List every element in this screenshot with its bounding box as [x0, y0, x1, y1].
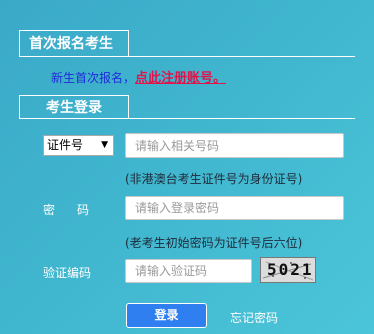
login-button[interactable]: 登录	[126, 303, 207, 328]
password-label: 密码	[43, 203, 112, 217]
forgot-password-link[interactable]: 忘记密码	[230, 309, 278, 326]
id-type-selected-value: 证件号	[47, 138, 84, 152]
captcha-code-text: 5021	[267, 260, 314, 279]
login-divider	[19, 118, 355, 119]
password-input[interactable]	[125, 196, 344, 220]
id-type-select[interactable]: 证件号 ▼	[43, 135, 114, 156]
register-prompt-text: 新生首次报名，	[51, 71, 136, 85]
first-register-divider	[19, 56, 355, 57]
chevron-down-icon: ▼	[101, 140, 108, 150]
register-prompt-row: 新生首次报名，点此注册账号。	[51, 67, 226, 86]
captcha-image[interactable]: 5021	[260, 257, 316, 283]
register-account-link[interactable]: 点此注册账号。	[135, 71, 226, 86]
captcha-input[interactable]	[125, 259, 252, 283]
first-register-title: 首次报名考生	[19, 30, 129, 56]
id-number-input[interactable]	[125, 133, 344, 158]
login-title: 考生登录	[19, 95, 129, 119]
captcha-label: 验证编码	[43, 266, 92, 280]
password-hint: (老考生初始密码为证件号后六位)	[125, 236, 303, 250]
id-number-hint: (非港澳台考生证件号为身份证号)	[125, 172, 303, 186]
